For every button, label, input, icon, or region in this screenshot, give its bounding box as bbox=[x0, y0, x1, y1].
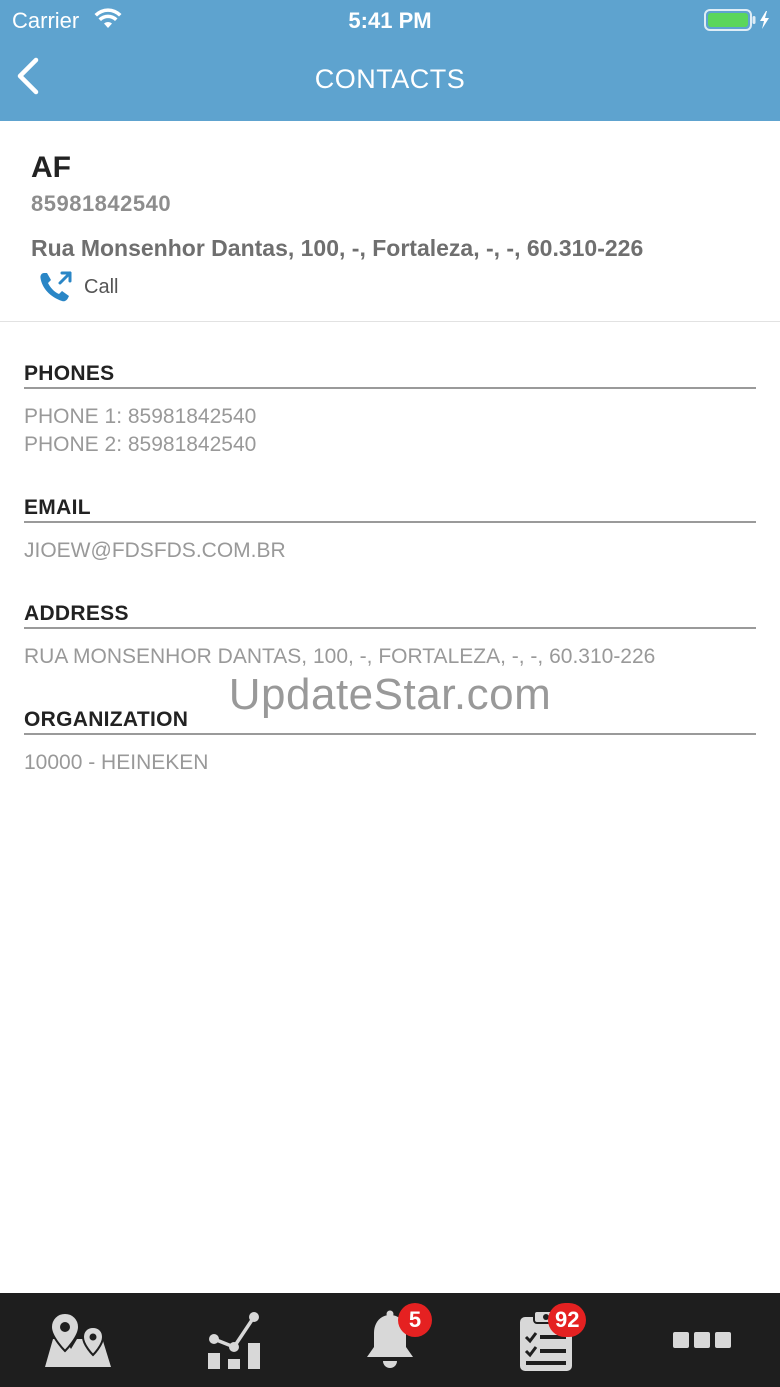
header: Carrier 5:41 PM CONTACTS bbox=[0, 0, 780, 121]
tab-bar: 5 92 bbox=[0, 1293, 780, 1387]
contact-card: AF 85981842540 Rua Monsenhor Dantas, 100… bbox=[0, 121, 780, 322]
status-time: 5:41 PM bbox=[348, 8, 432, 33]
email-section: EMAIL JIOEW@FDSFDS.COM.BR bbox=[24, 496, 756, 565]
tab-notifications[interactable]: 5 bbox=[312, 1293, 468, 1387]
contact-name: AF bbox=[31, 151, 71, 184]
organization-value: 10000 - HEINEKEN bbox=[24, 751, 209, 774]
phone-2: PHONE 2: 85981842540 bbox=[24, 433, 257, 456]
tab-tasks[interactable]: 92 bbox=[468, 1293, 624, 1387]
address-section: ADDRESS RUA MONSENHOR DANTAS, 100, -, FO… bbox=[24, 602, 756, 671]
phones-section: PHONES PHONE 1: 85981842540 PHONE 2: 859… bbox=[24, 362, 756, 459]
address-value: RUA MONSENHOR DANTAS, 100, -, FORTALEZA,… bbox=[24, 645, 656, 668]
tab-reports[interactable] bbox=[156, 1293, 312, 1387]
status-bar: Carrier 5:41 PM bbox=[0, 0, 780, 40]
tasks-badge: 92 bbox=[548, 1303, 587, 1337]
notification-badge: 5 bbox=[398, 1303, 432, 1337]
call-button[interactable]: Call bbox=[38, 269, 118, 305]
chart-icon bbox=[208, 1312, 260, 1369]
contact-address: Rua Monsenhor Dantas, 100, -, Fortaleza,… bbox=[31, 235, 644, 261]
map-pin-icon bbox=[45, 1311, 111, 1367]
watermark: UpdateStar.com bbox=[228, 670, 552, 719]
section-heading: ADDRESS bbox=[24, 602, 756, 629]
email-value: JIOEW@FDSFDS.COM.BR bbox=[24, 539, 286, 562]
phone-1: PHONE 1: 85981842540 bbox=[24, 405, 257, 428]
section-heading: PHONES bbox=[24, 362, 756, 389]
page-title: CONTACTS bbox=[314, 64, 466, 94]
tab-map[interactable] bbox=[0, 1293, 156, 1387]
nav-bar: CONTACTS bbox=[0, 40, 780, 121]
tab-more[interactable] bbox=[624, 1293, 780, 1387]
section-heading: EMAIL bbox=[24, 496, 756, 523]
contact-phone: 85981842540 bbox=[31, 191, 172, 216]
more-icon bbox=[673, 1332, 731, 1348]
phone-list: PHONE 1: 85981842540 PHONE 2: 8598184254… bbox=[24, 403, 756, 459]
battery-icon bbox=[704, 9, 774, 36]
call-label: Call bbox=[84, 275, 119, 298]
phone-call-icon bbox=[40, 271, 72, 302]
